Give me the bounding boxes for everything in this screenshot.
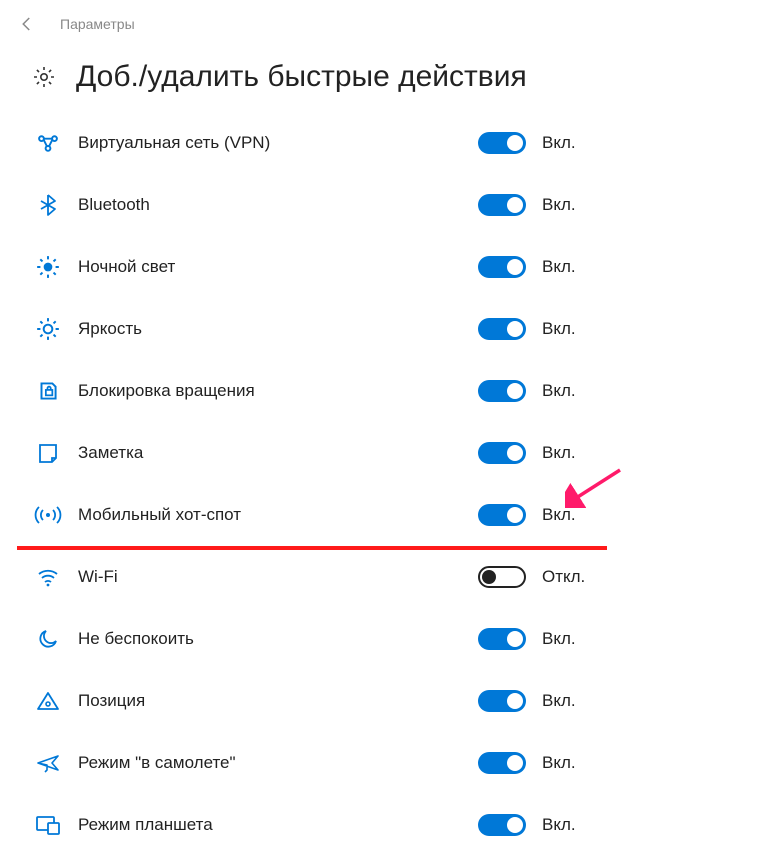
airplane-icon bbox=[30, 751, 66, 775]
toggle-nightlight[interactable] bbox=[478, 256, 526, 278]
note-icon bbox=[30, 441, 66, 465]
toggle-airplane[interactable] bbox=[478, 752, 526, 774]
page-title: Доб./удалить быстрые действия bbox=[76, 60, 527, 94]
setting-label: Wi-Fi bbox=[78, 567, 118, 587]
toggle-rotlock[interactable] bbox=[478, 380, 526, 402]
location-icon bbox=[30, 689, 66, 713]
setting-row-location: Позиция Вкл. bbox=[30, 670, 753, 732]
setting-control: Вкл. bbox=[478, 504, 576, 526]
setting-control: Вкл. bbox=[478, 690, 576, 712]
rotlock-icon bbox=[30, 378, 66, 404]
toggle-brightness[interactable] bbox=[478, 318, 526, 340]
back-icon[interactable] bbox=[18, 15, 36, 33]
toggle-state-label: Вкл. bbox=[542, 443, 576, 463]
toggle-state-label: Вкл. bbox=[542, 815, 576, 835]
setting-label: Режим планшета bbox=[78, 815, 213, 835]
toggle-state-label: Откл. bbox=[542, 567, 585, 587]
nightlight-icon bbox=[30, 254, 66, 280]
setting-row-wifi: Wi-Fi Откл. bbox=[30, 546, 753, 608]
setting-row-nightlight: Ночной свет Вкл. bbox=[30, 236, 753, 298]
header-bar: Параметры bbox=[0, 0, 783, 48]
toggle-state-label: Вкл. bbox=[542, 319, 576, 339]
vpn-icon bbox=[30, 130, 66, 156]
toggle-note[interactable] bbox=[478, 442, 526, 464]
toggle-state-label: Вкл. bbox=[542, 195, 576, 215]
toggle-wifi[interactable] bbox=[478, 566, 526, 588]
setting-control: Вкл. bbox=[478, 318, 576, 340]
setting-control: Вкл. bbox=[478, 380, 576, 402]
setting-row-airplane: Режим "в самолете" Вкл. bbox=[30, 732, 753, 794]
tablet-icon bbox=[30, 813, 66, 837]
setting-label: Блокировка вращения bbox=[78, 381, 255, 401]
setting-label: Заметка bbox=[78, 443, 143, 463]
wifi-icon bbox=[30, 565, 66, 589]
setting-control: Вкл. bbox=[478, 752, 576, 774]
toggle-state-label: Вкл. bbox=[542, 629, 576, 649]
dnd-icon bbox=[30, 627, 66, 651]
setting-control: Вкл. bbox=[478, 194, 576, 216]
setting-label: Виртуальная сеть (VPN) bbox=[78, 133, 270, 153]
setting-label: Ночной свет bbox=[78, 257, 175, 277]
setting-label: Позиция bbox=[78, 691, 145, 711]
bluetooth-icon bbox=[30, 193, 66, 217]
setting-row-vpn: Виртуальная сеть (VPN) Вкл. bbox=[30, 112, 753, 174]
toggle-state-label: Вкл. bbox=[542, 691, 576, 711]
setting-label: Режим "в самолете" bbox=[78, 753, 236, 773]
toggle-state-label: Вкл. bbox=[542, 505, 576, 525]
setting-label: Яркость bbox=[78, 319, 142, 339]
page-title-row: Доб./удалить быстрые действия bbox=[30, 60, 753, 94]
setting-row-bluetooth: Bluetooth Вкл. bbox=[30, 174, 753, 236]
setting-row-brightness: Яркость Вкл. bbox=[30, 298, 753, 360]
settings-list: Виртуальная сеть (VPN)Вкл.BluetoothВкл.Н… bbox=[30, 112, 753, 856]
setting-label: Мобильный хот-спот bbox=[78, 505, 241, 525]
setting-label: Не беспокоить bbox=[78, 629, 194, 649]
setting-row-tablet: Режим планшета Вкл. bbox=[30, 794, 753, 856]
toggle-hotspot[interactable] bbox=[478, 504, 526, 526]
gear-icon bbox=[30, 65, 58, 89]
setting-control: Вкл. bbox=[478, 628, 576, 650]
breadcrumb[interactable]: Параметры bbox=[60, 16, 135, 32]
toggle-location[interactable] bbox=[478, 690, 526, 712]
setting-control: Вкл. bbox=[478, 814, 576, 836]
toggle-state-label: Вкл. bbox=[542, 133, 576, 153]
setting-row-rotlock: Блокировка вращения Вкл. bbox=[30, 360, 753, 422]
toggle-state-label: Вкл. bbox=[542, 381, 576, 401]
setting-control: Откл. bbox=[478, 566, 585, 588]
toggle-bluetooth[interactable] bbox=[478, 194, 526, 216]
toggle-state-label: Вкл. bbox=[542, 753, 576, 773]
setting-row-note: Заметка Вкл. bbox=[30, 422, 753, 484]
setting-control: Вкл. bbox=[478, 132, 576, 154]
setting-label: Bluetooth bbox=[78, 195, 150, 215]
setting-control: Вкл. bbox=[478, 442, 576, 464]
toggle-vpn[interactable] bbox=[478, 132, 526, 154]
setting-row-dnd: Не беспокоить Вкл. bbox=[30, 608, 753, 670]
setting-row-hotspot: Мобильный хот-спот Вкл. bbox=[30, 484, 753, 546]
toggle-dnd[interactable] bbox=[478, 628, 526, 650]
hotspot-icon bbox=[30, 503, 66, 527]
toggle-tablet[interactable] bbox=[478, 814, 526, 836]
setting-control: Вкл. bbox=[478, 256, 576, 278]
brightness-icon bbox=[30, 316, 66, 342]
toggle-state-label: Вкл. bbox=[542, 257, 576, 277]
